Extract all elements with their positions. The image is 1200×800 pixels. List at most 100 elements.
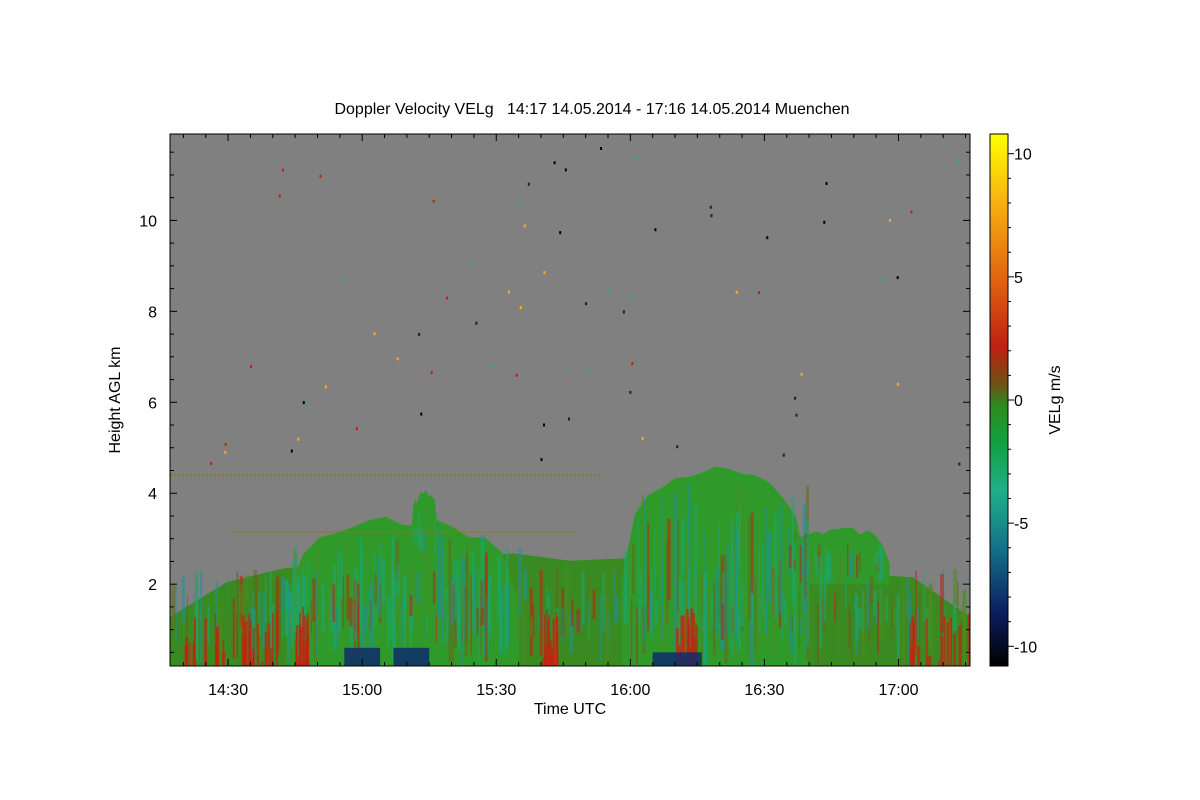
velocity-streak <box>226 579 228 615</box>
updraft-streak <box>275 612 278 666</box>
velocity-streak <box>592 589 596 619</box>
velocity-streak <box>287 583 290 663</box>
velocity-streak <box>613 570 616 621</box>
velocity-streak <box>345 540 348 647</box>
velocity-streak <box>416 572 419 605</box>
velocity-streak <box>380 543 382 618</box>
noise-speck <box>491 364 494 368</box>
noise-speck <box>297 437 300 441</box>
updraft-streak <box>953 633 956 666</box>
updraft-streak <box>943 615 946 666</box>
y-tick-label: 4 <box>148 486 157 503</box>
colorbar-tick-label: 0 <box>1014 393 1023 410</box>
velocity-streak <box>340 553 343 598</box>
velocity-streak <box>794 558 796 570</box>
velocity-streak <box>245 575 249 604</box>
velocity-streak <box>310 601 313 635</box>
velocity-streak <box>648 592 652 621</box>
velocity-streak <box>529 617 534 637</box>
velocity-streak <box>758 548 761 635</box>
noise-speck <box>420 412 423 416</box>
noise-speck <box>676 445 679 449</box>
velocity-streak <box>918 593 921 646</box>
noise-speck <box>587 369 590 373</box>
updraft-streak <box>215 644 218 666</box>
velocity-streak <box>734 532 738 638</box>
downdraft-core <box>652 652 702 666</box>
velocity-streak <box>438 548 442 619</box>
updraft-streak <box>261 661 264 666</box>
noise-speck <box>341 277 344 281</box>
noise-speck <box>888 218 891 222</box>
updraft-streak <box>938 660 940 666</box>
velocity-streak <box>817 604 819 663</box>
velocity-streak <box>848 605 850 648</box>
velocity-streak <box>391 538 394 592</box>
noise-speck <box>543 423 545 427</box>
velocity-streak <box>754 574 756 652</box>
velocity-streak <box>624 551 628 624</box>
velocity-streak <box>281 576 286 611</box>
y-tick-label: 10 <box>139 213 157 230</box>
velocity-streak <box>403 596 406 625</box>
doppler-velocity-chart: Doppler Velocity VELg 14:17 14.05.2014 -… <box>107 101 1064 718</box>
noise-speck <box>553 161 556 165</box>
noise-speck <box>795 413 798 417</box>
velocity-streak <box>870 553 873 565</box>
noise-speck <box>224 443 227 446</box>
updraft-streak <box>192 645 195 666</box>
velocity-streak <box>726 545 730 636</box>
updraft-streak <box>917 646 921 666</box>
velocity-streak <box>791 613 794 633</box>
velocity-streak <box>387 615 390 647</box>
velocity-streak <box>505 574 508 606</box>
velocity-streak <box>471 551 475 598</box>
noise-speck <box>324 385 327 389</box>
velocity-streak <box>896 594 900 659</box>
velocity-streak <box>834 593 836 622</box>
noise-speck <box>670 413 673 417</box>
velocity-streak <box>175 586 177 643</box>
noise-speck <box>957 158 960 162</box>
velocity-streak <box>456 561 461 650</box>
updraft-streak <box>270 648 273 666</box>
velocity-streak <box>555 569 559 610</box>
velocity-streak <box>504 586 506 654</box>
velocity-streak <box>718 522 720 631</box>
velocity-streak <box>476 607 479 637</box>
y-tick-label: 6 <box>148 395 157 412</box>
noise-speck <box>633 156 636 160</box>
velocity-streak <box>767 532 771 604</box>
velocity-streak <box>908 603 910 666</box>
updraft-streak <box>910 646 913 666</box>
velocity-streak <box>677 518 679 614</box>
updraft-streak <box>912 620 915 666</box>
velocity-streak <box>561 607 564 643</box>
updraft-streak <box>242 639 245 666</box>
velocity-streak <box>565 570 569 637</box>
noise-speck <box>825 182 828 185</box>
velocity-streak <box>928 584 932 649</box>
updraft-streak <box>940 615 942 666</box>
velocity-streak <box>436 614 437 644</box>
noise-speck <box>432 199 435 203</box>
velocity-streak <box>805 561 809 577</box>
velocity-streak <box>349 598 353 626</box>
x-tick-label: 16:00 <box>610 682 650 699</box>
velocity-streak <box>232 598 235 659</box>
velocity-streak <box>602 571 605 631</box>
velocity-streak <box>882 601 885 637</box>
noise-speck <box>527 182 530 186</box>
velocity-streak <box>172 592 174 634</box>
updraft-streak <box>248 613 251 666</box>
velocity-streak <box>332 584 336 623</box>
velocity-streak <box>434 515 436 556</box>
velocity-streak <box>869 577 874 604</box>
velocity-streak <box>328 589 330 650</box>
velocity-streak <box>604 595 609 663</box>
noise-speck <box>710 214 713 218</box>
velocity-streak <box>845 582 847 609</box>
updraft-streak <box>925 618 928 666</box>
velocity-streak <box>654 529 656 594</box>
velocity-streak <box>292 559 296 632</box>
